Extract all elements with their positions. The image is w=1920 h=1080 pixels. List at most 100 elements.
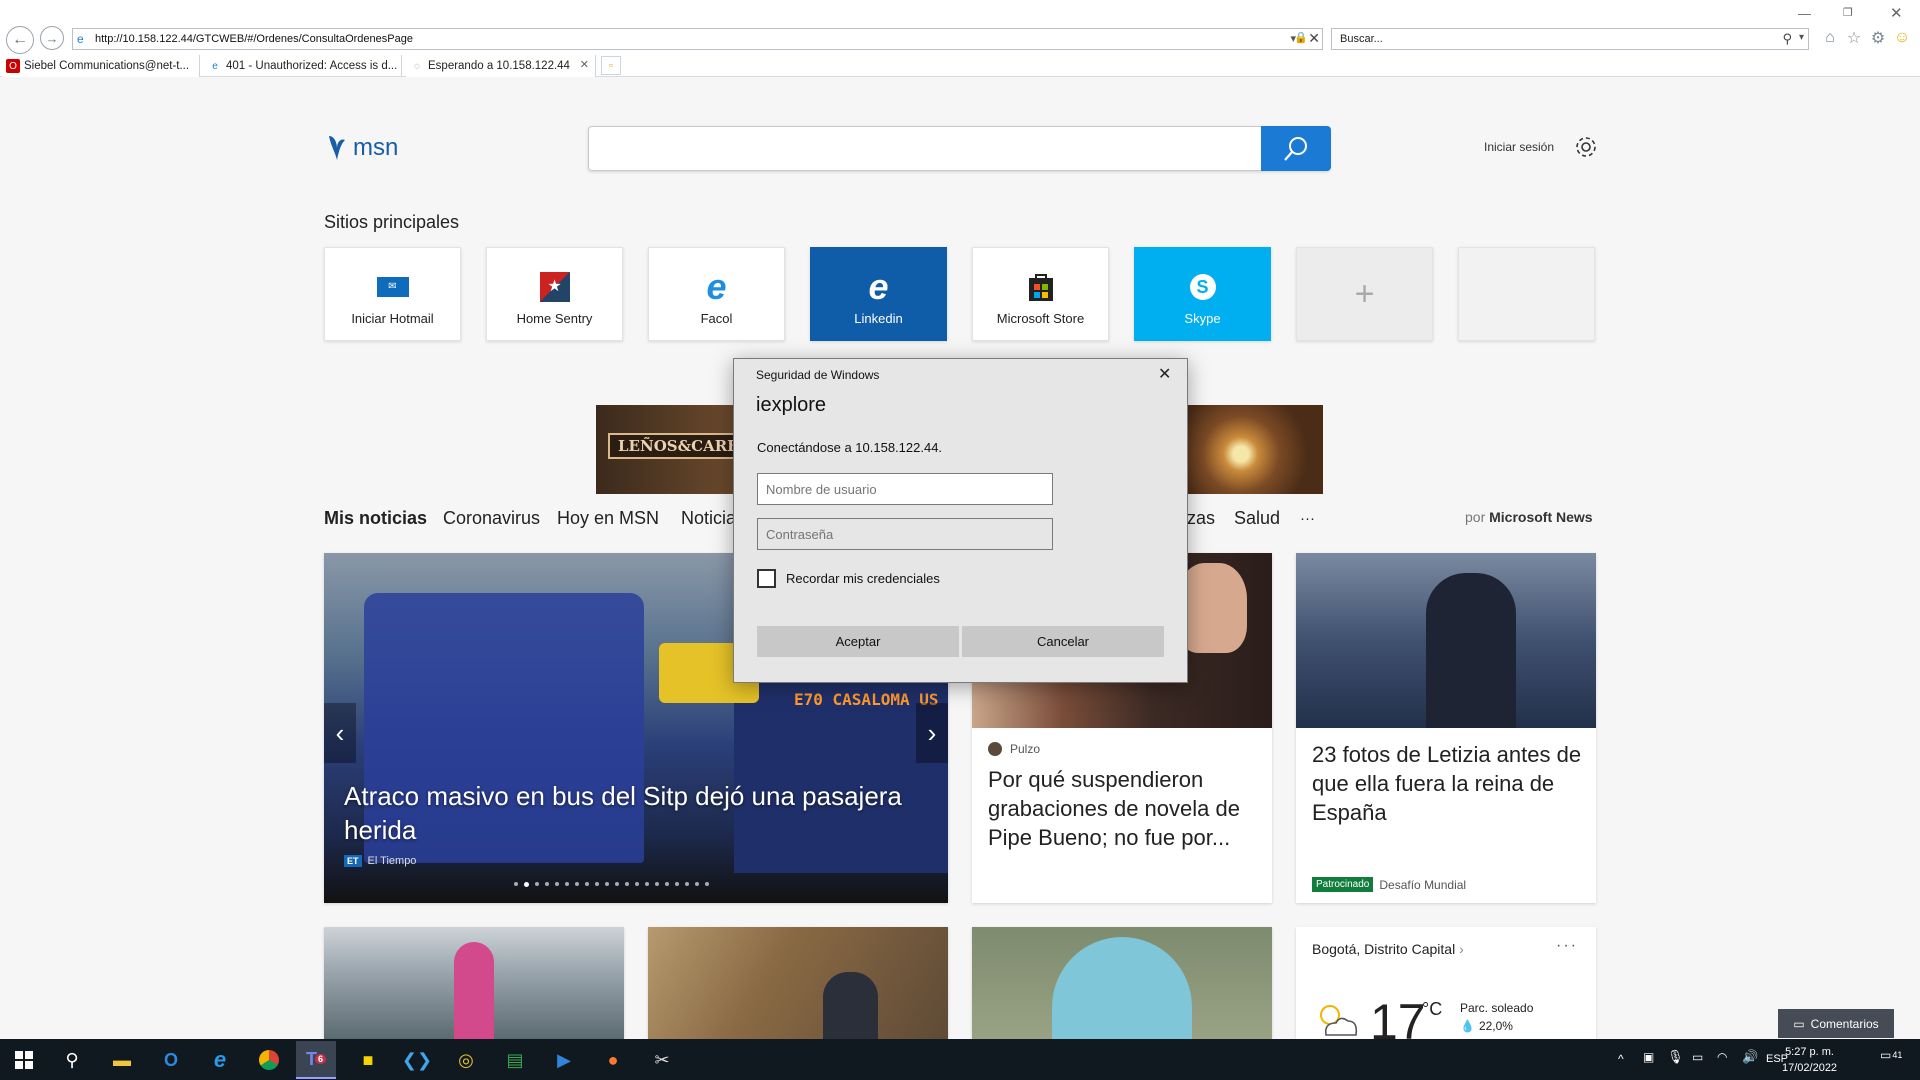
site-tile-skype[interactable]: S Skype: [1134, 247, 1271, 341]
news-card-bottom-3[interactable]: [972, 927, 1272, 1039]
chevron-right-icon: ›: [1459, 941, 1464, 957]
cancel-button[interactable]: Cancelar: [962, 626, 1164, 657]
carousel-prev-button[interactable]: ‹: [324, 703, 356, 763]
chrome-icon[interactable]: [249, 1041, 289, 1079]
news-tabs-more-button[interactable]: ···: [1300, 510, 1315, 527]
weather-unit[interactable]: °C: [1422, 999, 1442, 1020]
news-card-bottom-1[interactable]: [324, 927, 624, 1039]
vscode-icon[interactable]: ❮❯: [397, 1041, 437, 1079]
password-field[interactable]: [757, 518, 1053, 550]
card-source-label: Desafío Mundial: [1379, 877, 1467, 892]
attribution-prefix: por: [1465, 509, 1486, 525]
news-card-bottom-2[interactable]: [648, 927, 948, 1039]
outlook-icon[interactable]: O: [151, 1041, 191, 1079]
dialog-close-icon[interactable]: ✕: [1158, 364, 1171, 384]
microphone-icon[interactable]: 🎙: [1667, 1049, 1684, 1065]
news-card-letizia[interactable]: 23 fotos de Letizia antes de que ella fu…: [1296, 553, 1596, 903]
news-tab-hoy-en-msn[interactable]: Hoy en MSN: [557, 508, 659, 529]
site-tile-facol[interactable]: e Facol: [648, 247, 785, 341]
close-tab-icon[interactable]: ✕: [580, 58, 589, 71]
notification-icon: ▭: [1880, 1048, 1892, 1062]
sticky-notes-icon[interactable]: ■: [348, 1041, 388, 1079]
smiley-feedback-icon[interactable]: ☺: [1892, 28, 1912, 48]
dialog-message: Conectándose a 10.158.122.44.: [757, 440, 943, 455]
msn-logo[interactable]: msn: [325, 134, 398, 162]
taskbar-search-icon[interactable]: ⚲: [52, 1041, 92, 1079]
forward-button[interactable]: →: [40, 26, 64, 50]
snipping-tool-icon[interactable]: ✂: [642, 1041, 682, 1079]
site-label: Microsoft Store: [996, 311, 1085, 326]
close-window-icon[interactable]: ✕: [1890, 4, 1903, 22]
wifi-icon[interactable]: ◠: [1717, 1050, 1727, 1064]
feedback-button[interactable]: ▭ Comentarios: [1778, 1009, 1894, 1038]
card-title[interactable]: Por qué suspendieron grabaciones de nove…: [988, 765, 1264, 852]
plus-icon: +: [1354, 274, 1375, 313]
site-tile-linkedin[interactable]: e Linkedin: [810, 247, 947, 341]
weather-location[interactable]: Bogotá, Distrito Capital ›: [1312, 941, 1464, 957]
site-tile-microsoft-store[interactable]: Microsoft Store: [972, 247, 1109, 341]
restore-icon[interactable]: ❐: [1843, 6, 1853, 19]
news-attribution: por Microsoft News: [1465, 509, 1593, 525]
weather-more-icon[interactable]: ···: [1556, 937, 1578, 955]
new-tab-button[interactable]: ▫: [601, 56, 621, 75]
site-tile-home-sentry[interactable]: ★ Home Sentry: [486, 247, 623, 341]
carousel-next-button[interactable]: ›: [916, 703, 948, 763]
show-hidden-icons-icon[interactable]: ^: [1618, 1052, 1624, 1066]
notifications-button[interactable]: ▭ 41: [1880, 1048, 1902, 1062]
news-tab-mis-noticias[interactable]: Mis noticias: [324, 508, 427, 529]
dialog-title: Seguridad de Windows: [756, 368, 880, 382]
address-bar[interactable]: e http://10.158.122.44/GTCWEB/#/Ordenes/…: [72, 28, 1323, 50]
tab-siebel[interactable]: O Siebel Communications@net-t...: [2, 55, 200, 77]
news-tab-noticias[interactable]: Noticia: [681, 508, 736, 529]
teams-icon[interactable]: T6: [296, 1041, 336, 1079]
settings-gear-icon[interactable]: [1574, 135, 1598, 159]
tab-waiting[interactable]: ◌ Esperando a 10.158.122.44 ✕: [406, 55, 596, 77]
remember-credentials[interactable]: Recordar mis credenciales: [757, 569, 940, 588]
tools-gear-icon[interactable]: ⚙: [1868, 28, 1888, 48]
battery-icon[interactable]: ▭: [1692, 1050, 1703, 1064]
teams-badge: 6: [314, 1054, 326, 1064]
minimize-icon[interactable]: —: [1798, 6, 1811, 21]
search-placeholder: Buscar...: [1340, 33, 1383, 45]
firefox-icon[interactable]: ●: [593, 1041, 633, 1079]
card-title[interactable]: 23 fotos de Letizia antes de que ella fu…: [1312, 740, 1588, 827]
add-site-tile[interactable]: +: [1296, 247, 1433, 341]
news-tab-salud[interactable]: Salud: [1234, 508, 1280, 529]
signin-link[interactable]: Iniciar sesión: [1484, 140, 1554, 154]
file-explorer-icon[interactable]: ▬: [102, 1041, 142, 1079]
browser-search-input[interactable]: Buscar... ⚲ ▾: [1331, 28, 1809, 50]
top-sites-title: Sitios principales: [324, 212, 460, 232]
ok-button[interactable]: Aceptar: [757, 626, 959, 657]
home-icon[interactable]: ⌂: [1820, 28, 1840, 48]
stop-icon[interactable]: ✕: [1308, 30, 1320, 47]
excel-file-icon[interactable]: ▤: [495, 1041, 535, 1079]
card-sponsor: Patrocinado Desafío Mundial: [1312, 877, 1466, 892]
site-tile-hotmail[interactable]: ✉ Iniciar Hotmail: [324, 247, 461, 341]
card-source-label: Pulzo: [1010, 742, 1041, 756]
internet-explorer-icon[interactable]: e: [200, 1041, 240, 1079]
volume-icon[interactable]: 🔊: [1742, 1049, 1758, 1065]
weather-card[interactable]: Bogotá, Distrito Capital › ··· 17 °C Par…: [1296, 927, 1596, 1039]
news-tab-coronavirus[interactable]: Coronavirus: [443, 508, 540, 529]
chevron-down-icon[interactable]: ▾: [1799, 32, 1804, 43]
video-app-icon[interactable]: ▶: [544, 1041, 584, 1079]
start-button[interactable]: [4, 1041, 44, 1079]
remember-checkbox[interactable]: [757, 569, 776, 588]
msn-search-button[interactable]: [1261, 126, 1331, 171]
msn-search-input[interactable]: [588, 126, 1330, 171]
pulzo-logo-icon: [988, 742, 1002, 756]
network-device-icon[interactable]: ▣: [1643, 1050, 1654, 1064]
windows-logo-icon: [15, 1051, 33, 1069]
tab-unauthorized[interactable]: e 401 - Unauthorized: Access is d...: [204, 55, 402, 77]
username-field[interactable]: [757, 473, 1053, 505]
store-icon: [1025, 271, 1057, 303]
app-circle-icon[interactable]: ◎: [446, 1041, 486, 1079]
search-icon: [1284, 136, 1307, 161]
hero-title[interactable]: Atraco masivo en bus del Sitp dejó una p…: [344, 779, 924, 847]
clock[interactable]: 5:27 p. m. 17/02/2022: [1782, 1044, 1837, 1076]
favorites-star-icon[interactable]: ☆: [1844, 28, 1864, 48]
empty-site-tile[interactable]: [1458, 247, 1595, 341]
back-button[interactable]: ←: [6, 26, 34, 54]
news-tab-finanzas[interactable]: zas: [1187, 508, 1215, 529]
search-icon[interactable]: ⚲: [1782, 31, 1792, 47]
